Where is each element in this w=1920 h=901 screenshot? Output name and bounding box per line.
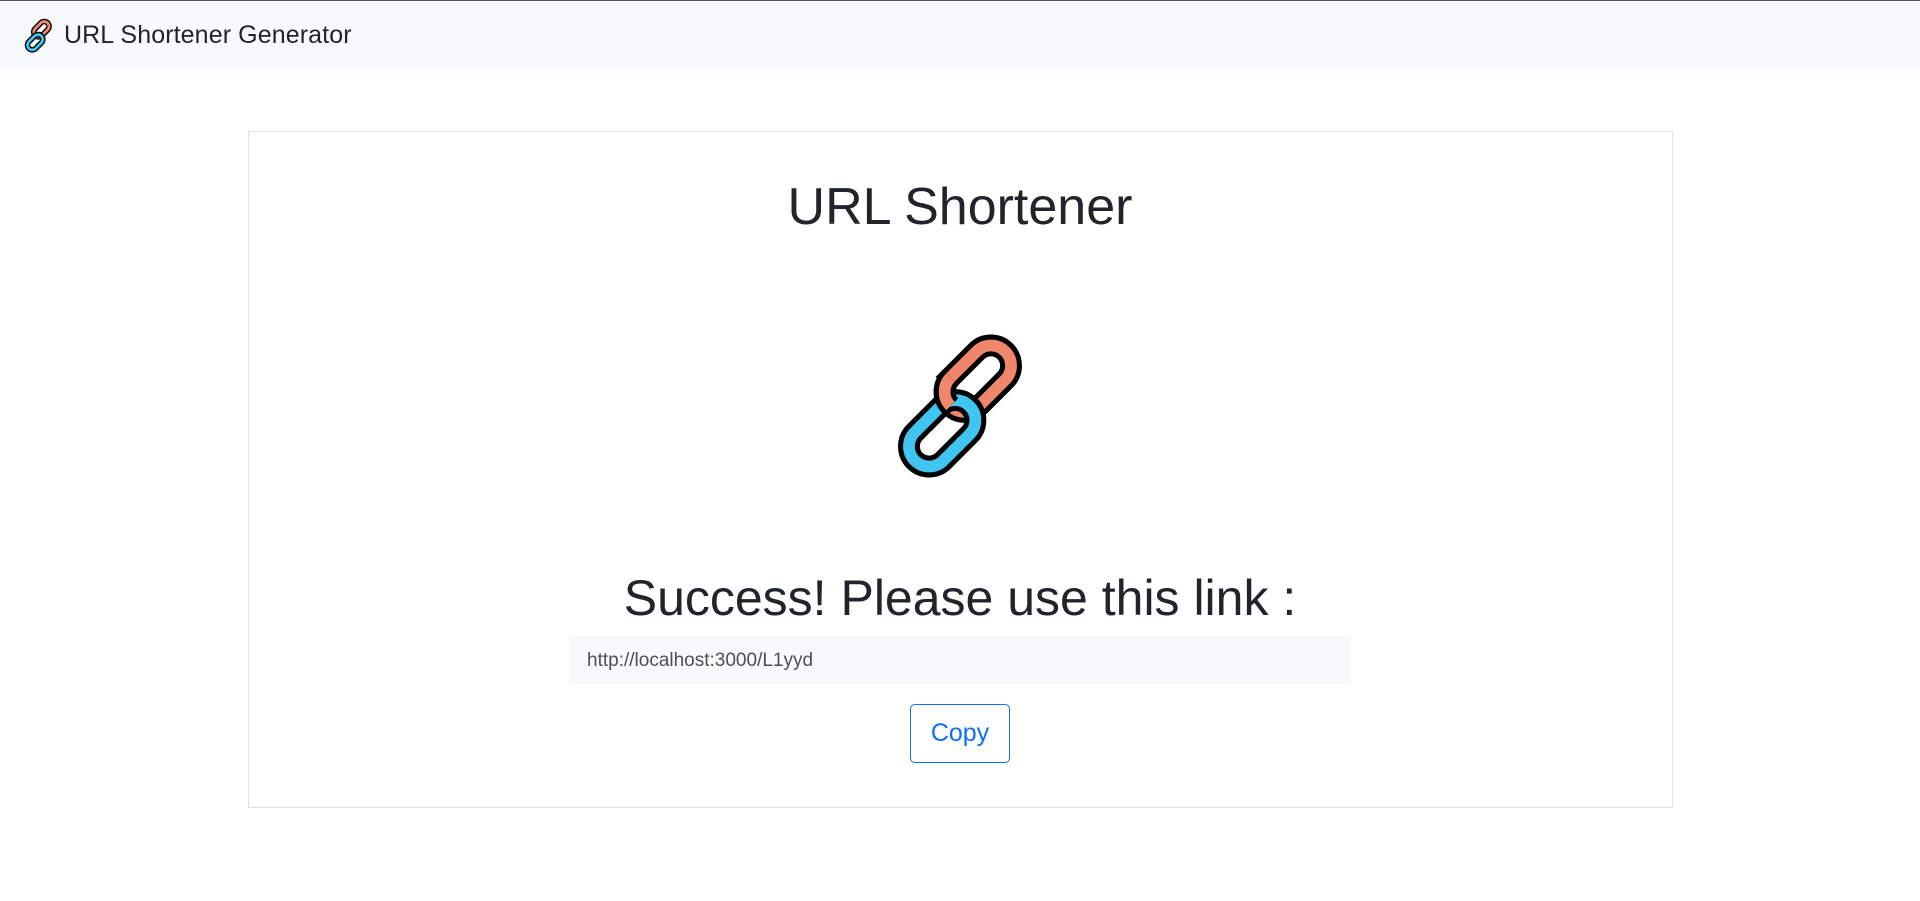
chain-link-icon xyxy=(24,18,52,53)
brand-title: URL Shortener Generator xyxy=(64,21,352,49)
success-message: Success! Please use this link : xyxy=(623,570,1297,626)
page-title: URL Shortener xyxy=(787,178,1133,236)
navbar-brand[interactable]: URL Shortener Generator xyxy=(18,16,352,56)
chain-link-icon xyxy=(898,334,1022,478)
short-link-field[interactable] xyxy=(570,637,1350,684)
navbar: URL Shortener Generator xyxy=(0,0,1920,70)
copy-button[interactable]: Copy xyxy=(910,704,1010,763)
